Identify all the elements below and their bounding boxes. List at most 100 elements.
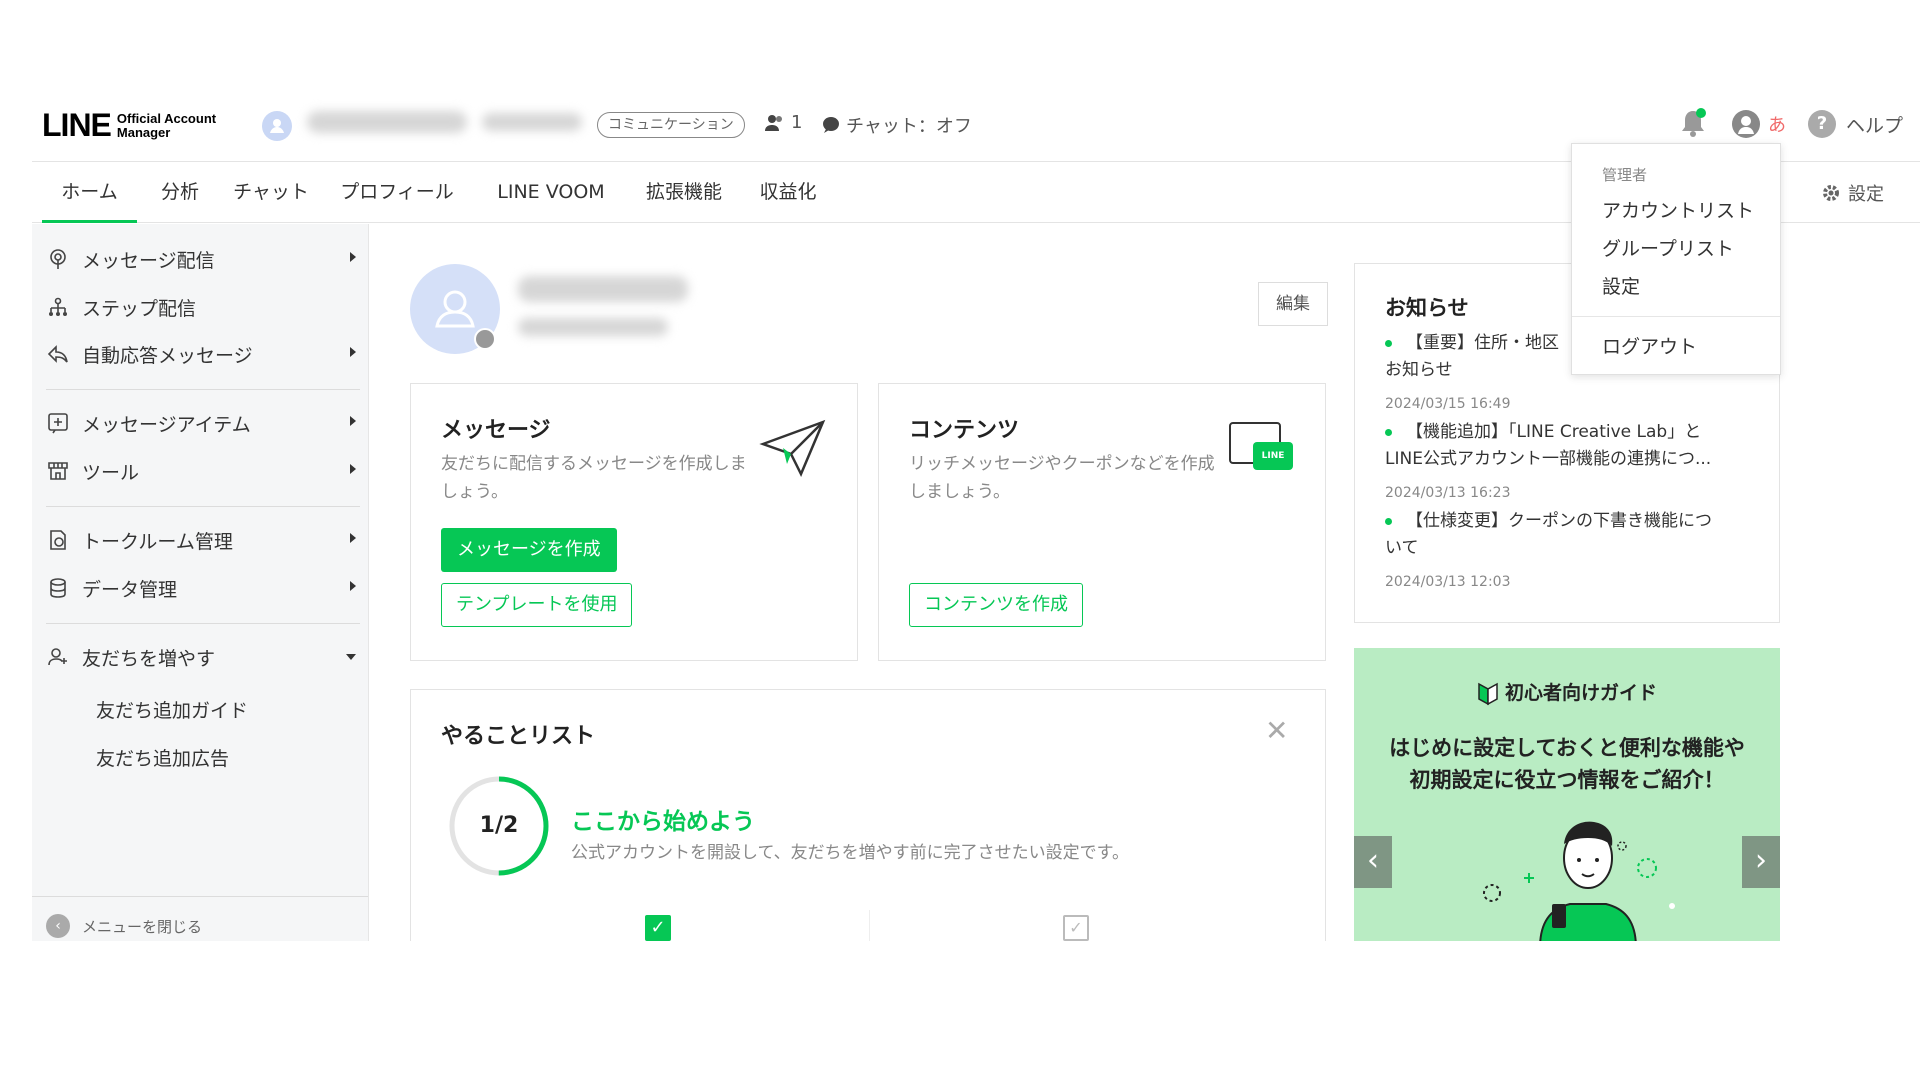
chat-status[interactable]: チャット：オフ (822, 112, 972, 138)
sidebar-divider (46, 389, 360, 390)
news-title: お知らせ (1385, 296, 1469, 320)
dropdown-divider (1572, 316, 1780, 317)
user-dropdown-menu: 管理者 アカウントリスト グループリスト 設定 ログアウト (1571, 143, 1781, 375)
plan-badge: コミュニケーション (597, 112, 745, 138)
banner-next-button[interactable]: › (1742, 836, 1780, 888)
content-card: コンテンツ リッチメッセージやクーポンなどを作成しましょう。 LINE コンテン… (878, 383, 1326, 661)
bell-button[interactable] (1679, 108, 1707, 138)
sidebar-item-message-items[interactable]: メッセージアイテム (46, 403, 356, 443)
message-card-desc: 友だちに配信するメッセージを作成しましょう。 (441, 454, 747, 502)
tab-analytics[interactable]: 分析 (150, 163, 210, 223)
dropdown-item-account-list[interactable]: アカウントリスト (1602, 196, 1754, 223)
beginner-mark-icon (1478, 682, 1498, 705)
sidebar-item-label: トークルーム管理 (82, 530, 233, 553)
news-item-text: 【機能追加】「LINE Creative Lab」と (1406, 422, 1702, 442)
edit-profile-button[interactable]: 編集 (1258, 282, 1328, 326)
beginner-guide-banner[interactable]: 初心者向けガイド はじめに設定しておくと便利な機能や 初期設定に役立つ情報をご紹… (1354, 648, 1780, 941)
news-date: 2024/03/15 16:49 (1385, 396, 1511, 412)
user-menu-button[interactable]: あ (1732, 110, 1786, 138)
sidebar-item-tools[interactable]: ツール (46, 451, 356, 491)
sidebar-subitem-friend-guide[interactable]: 友だち追加ガイド (96, 696, 248, 723)
close-menu-button[interactable]: ‹ メニューを閉じる (46, 914, 202, 938)
tab-extensions[interactable]: 拡張機能 (634, 163, 734, 223)
news-item-text: 【仕様変更】クーポンの下書き機能につ (1406, 511, 1712, 531)
dropdown-item-settings[interactable]: 設定 (1602, 272, 1640, 299)
todo-card: やることリスト ✕ 1/2 ここから始めよう 公式アカウントを開設して、友だちを… (410, 689, 1326, 941)
news-item[interactable]: 【仕様変更】クーポンの下書き機能につ いて (1385, 508, 1755, 562)
sidebar-item-label: 友だちを増やす (82, 647, 216, 670)
sidebar-item-data[interactable]: データ管理 (46, 568, 356, 608)
news-item[interactable]: 【機能追加】「LINE Creative Lab」と LINE公式アカウント一部… (1385, 419, 1755, 473)
news-item-text: 【重要】住所・地区 (1406, 333, 1559, 353)
news-date: 2024/03/13 12:03 (1385, 574, 1511, 590)
sidebar-item-label: メッセージ配信 (82, 249, 215, 272)
sidebar-item-step-delivery[interactable]: ステップ配信 (46, 287, 356, 327)
paper-plane-icon (759, 419, 826, 477)
logo-sub-line1: Official Account (116, 110, 217, 126)
create-content-button[interactable]: コンテンツを作成 (909, 583, 1083, 627)
profile-name-redacted (518, 276, 688, 302)
close-icon[interactable]: ✕ (1265, 714, 1288, 747)
help-link[interactable]: ? ヘルプ (1808, 110, 1903, 138)
user-avatar (1732, 110, 1760, 138)
sidebar-item-label: 自動応答メッセージ (82, 344, 253, 367)
news-item-text-cont: LINE公式アカウント一部機能の連携につ... (1385, 449, 1712, 469)
use-template-button[interactable]: テンプレートを使用 (441, 583, 633, 627)
settings-label: 設定 (1848, 184, 1884, 205)
news-item-text-cont: お知らせ (1385, 360, 1453, 380)
tab-line-voom[interactable]: LINE VOOM (480, 163, 622, 223)
profile-avatar[interactable] (410, 264, 500, 354)
news-item-text-cont: いて (1385, 538, 1419, 558)
help-label: ヘルプ (1846, 114, 1904, 137)
chat-bubble-icon (823, 117, 839, 133)
add-friend-icon (46, 645, 70, 669)
progress-text: 1/2 (479, 813, 519, 838)
sidebar-item-label: ツール (82, 461, 140, 484)
friends-count: 1 (765, 112, 802, 133)
account-avatar[interactable] (262, 111, 292, 141)
sidebar-item-label: ステップ配信 (82, 297, 197, 320)
todo-desc: 公式アカウントを開設して、友だちを増やす前に完了させたい設定です。 (571, 843, 1129, 863)
sidebar-item-auto-reply[interactable]: 自動応答メッセージ (46, 334, 356, 374)
step-tree-icon (46, 295, 70, 319)
todo-heading: ここから始めよう (571, 809, 755, 835)
todo-checkbox-pending[interactable]: ✓ (1063, 915, 1089, 941)
todo-title: やることリスト (441, 724, 596, 749)
message-card-title: メッセージ (441, 418, 551, 443)
line-content-icon: LINE (1229, 422, 1299, 482)
sidebar-item-message-delivery[interactable]: メッセージ配信 (46, 239, 356, 279)
dropdown-item-logout[interactable]: ログアウト (1602, 332, 1697, 359)
broadcast-icon (46, 247, 70, 271)
banner-prev-button[interactable]: ‹ (1354, 836, 1392, 888)
tab-monetization[interactable]: 収益化 (748, 163, 828, 223)
dropdown-section-label: 管理者 (1602, 166, 1648, 184)
banner-badge: 初心者向けガイド (1354, 678, 1780, 706)
sidebar-item-chatroom[interactable]: トークルーム管理 (46, 520, 356, 560)
settings-link[interactable]: 設定 (1822, 180, 1884, 206)
sidebar: メッセージ配信 ステップ配信 自動応答メッセージ メッセージアイテム ツール ト… (32, 224, 369, 941)
dropdown-item-group-list[interactable]: グループリスト (1602, 234, 1734, 261)
account-name-redacted[interactable] (307, 111, 467, 133)
todo-checkbox-done[interactable]: ✓ (645, 915, 671, 941)
tab-home[interactable]: ホーム (42, 163, 137, 223)
create-message-button[interactable]: メッセージを作成 (441, 528, 617, 572)
message-card: メッセージ 友だちに配信するメッセージを作成しましょう。 メッセージを作成 テン… (410, 383, 858, 661)
chevron-left-icon: ‹ (46, 914, 70, 938)
news-date: 2024/03/13 16:23 (1385, 485, 1511, 501)
help-icon: ? (1808, 110, 1836, 138)
sidebar-item-label: メッセージアイテム (82, 413, 251, 436)
content-card-title: コンテンツ (909, 418, 1020, 443)
guide-person-illustration (1483, 821, 1675, 941)
sidebar-subitem-friend-ads[interactable]: 友だち追加広告 (96, 744, 229, 771)
sidebar-divider (46, 623, 360, 624)
tab-profile[interactable]: プロフィール (332, 163, 462, 223)
sidebar-divider (46, 506, 360, 507)
sidebar-item-add-friends[interactable]: 友だちを増やす (46, 637, 356, 677)
friends-count-value: 1 (791, 112, 803, 133)
logo-sub-line2: Manager (116, 124, 171, 140)
chatroom-icon (46, 528, 70, 552)
user-initial: あ (1768, 115, 1786, 136)
line-oa-logo[interactable]: LINE Official Account Manager (42, 107, 216, 144)
edit-pencil-icon[interactable] (474, 328, 496, 350)
tab-chat[interactable]: チャット (228, 163, 314, 223)
